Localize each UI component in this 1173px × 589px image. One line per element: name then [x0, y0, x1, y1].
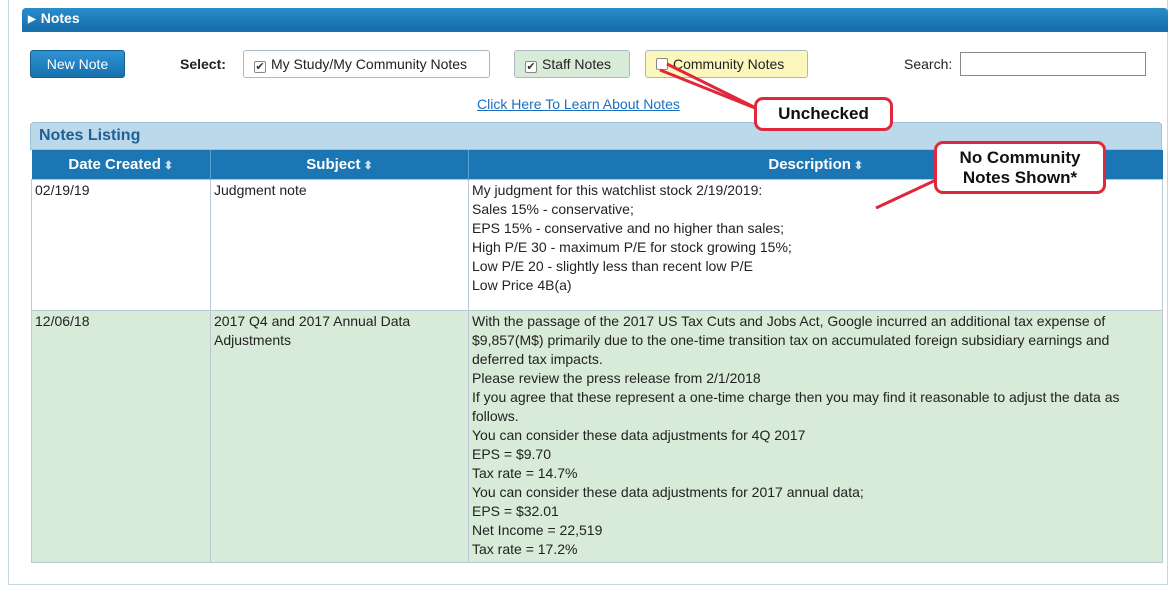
- callout-line: Notes Shown*: [962, 168, 1078, 187]
- description-line: You can consider these data adjustments …: [472, 483, 864, 500]
- filter-staff-notes[interactable]: ✔ Staff Notes: [514, 50, 630, 78]
- notes-section-header[interactable]: ▶ Notes: [22, 8, 1168, 29]
- checkbox-unchecked-icon[interactable]: [656, 58, 668, 70]
- description-line: With the passage of the 2017 US Tax Cuts…: [472, 312, 1110, 367]
- description-line: Tax rate = 17.2%: [472, 540, 578, 557]
- expand-triangle-icon: ▶: [28, 14, 36, 25]
- description-line: Low Price 4B(a): [472, 276, 572, 293]
- description-line: Tax rate = 14.7%: [472, 464, 578, 481]
- filter-label: Community Notes: [673, 56, 785, 72]
- column-header-subject[interactable]: Subject ⬍: [210, 150, 469, 179]
- description-line: Net Income = 22,519: [472, 521, 603, 538]
- filter-community-notes[interactable]: Community Notes: [645, 50, 808, 78]
- cell-description: With the passage of the 2017 US Tax Cuts…: [468, 309, 1163, 563]
- description-line: High P/E 30 - maximum P/E for stock grow…: [472, 238, 792, 255]
- sort-arrows-icon: ⬍: [163, 159, 174, 172]
- description-line: EPS = $9.70: [472, 445, 552, 462]
- callout-line: No Community: [959, 148, 1081, 167]
- description-line: EPS 15% - conservative and no higher tha…: [472, 219, 785, 236]
- filter-label: My Study/My Community Notes: [271, 56, 468, 72]
- filter-my-study-notes[interactable]: ✔ My Study/My Community Notes: [243, 50, 490, 78]
- checkbox-checked-icon[interactable]: ✔: [525, 61, 537, 73]
- cell-description: My judgment for this watchlist stock 2/1…: [468, 178, 1163, 311]
- description-line: Sales 15% - conservative;: [472, 200, 634, 217]
- new-note-button[interactable]: New Note: [30, 50, 125, 78]
- description-line: Please review the press release from 2/1…: [472, 369, 761, 386]
- cell-subject: 2017 Q4 and 2017 Annual Data Adjustments: [210, 309, 469, 563]
- select-label: Select:: [180, 56, 226, 72]
- cell-subject: Judgment note: [210, 178, 469, 311]
- sort-arrows-icon: ⬍: [853, 159, 864, 172]
- notes-table: Date Created ⬍ Subject ⬍ Description ⬍ 02/1…: [31, 150, 1163, 563]
- cell-date: 02/19/19: [31, 178, 211, 311]
- learn-about-notes-link[interactable]: Click Here To Learn About Notes: [477, 96, 680, 112]
- search-input[interactable]: [960, 52, 1146, 76]
- description-line: EPS = $32.01: [472, 502, 559, 519]
- checkbox-checked-icon[interactable]: ✔: [254, 61, 266, 73]
- column-header-date-created[interactable]: Date Created ⬍: [31, 150, 211, 179]
- header-divider: [22, 29, 1168, 32]
- filter-label: Staff Notes: [542, 56, 612, 72]
- table-row[interactable]: 02/19/19 Judgment note My judgment for t…: [31, 178, 1163, 311]
- table-row[interactable]: 12/06/18 2017 Q4 and 2017 Annual Data Ad…: [31, 309, 1163, 563]
- sort-arrows-icon: ⬍: [363, 159, 373, 172]
- section-title: Notes: [40, 10, 80, 26]
- unchecked-callout: Unchecked: [754, 97, 893, 131]
- description-line: If you agree that these represent a one-…: [472, 388, 1120, 424]
- search-label: Search:: [904, 56, 953, 72]
- description-line: Low P/E 20 - slightly less than recent l…: [472, 257, 753, 274]
- cell-date: 12/06/18: [31, 309, 211, 563]
- no-community-notes-callout: No Community Notes Shown*: [934, 141, 1106, 194]
- description-line: You can consider these data adjustments …: [472, 426, 806, 443]
